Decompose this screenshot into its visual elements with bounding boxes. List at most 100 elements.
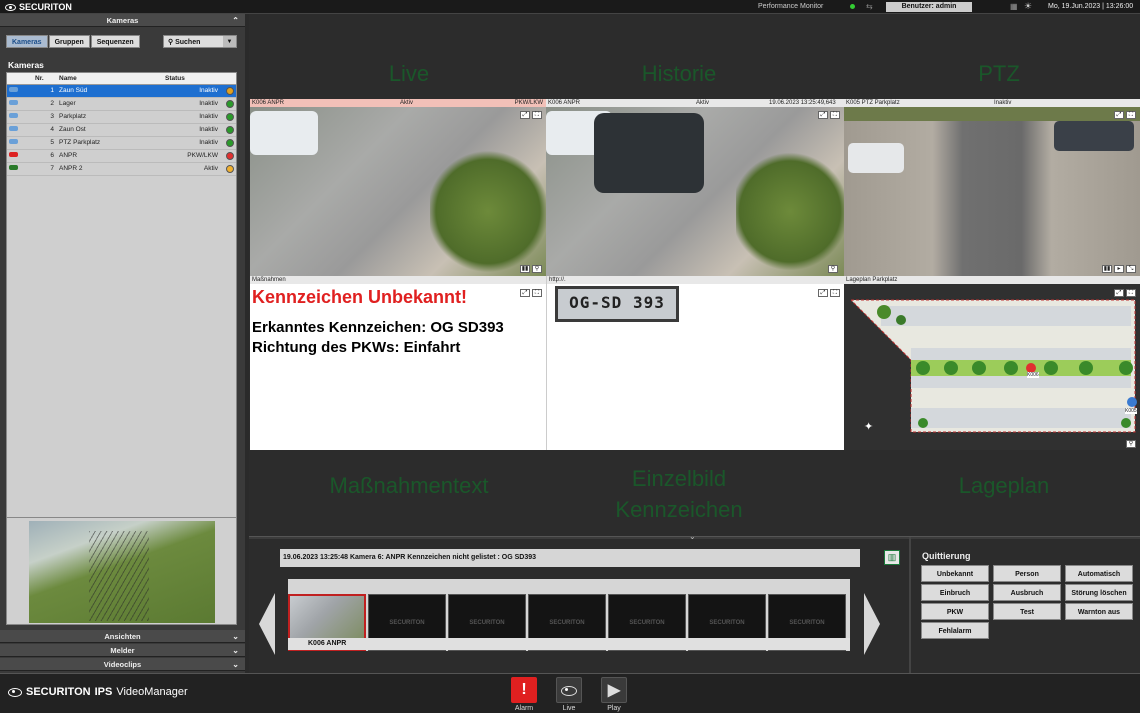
ptz-camera-icon	[9, 139, 18, 144]
zoom-icon[interactable]: ⚲	[828, 265, 838, 273]
car-image	[250, 111, 318, 155]
brightness-icon[interactable]: ☀	[1024, 1, 1032, 12]
map-marker-k005[interactable]: K005	[1125, 408, 1137, 414]
section-title: Kameras	[8, 60, 44, 70]
alarm-button[interactable]: !	[511, 677, 537, 703]
video-tile-live[interactable]: K006 ANPR Aktiv PKW/LKW ⤢ ⛶ ▮▮ ⚲	[250, 99, 546, 276]
top-bar: SECURITON Performance Monitor ⇆ Benutzer…	[0, 0, 1140, 14]
automatisch-button[interactable]: Automatisch	[1065, 565, 1133, 582]
col-status[interactable]: Status	[163, 73, 224, 85]
video-tile-historie[interactable]: K006 ANPR Aktiv 19.06.2023 13:25:49,643 ⤢ …	[546, 99, 844, 276]
fullscreen-icon[interactable]: ⛶	[532, 111, 542, 119]
camera-row[interactable]: 4 Zaun Ost Inaktiv	[7, 123, 236, 137]
status-dot-icon	[226, 112, 234, 121]
next-arrow-icon[interactable]	[864, 593, 880, 655]
camera-row[interactable]: 2 Lager Inaktiv	[7, 97, 236, 111]
camera-row[interactable]: 3 Parkplatz Inaktiv	[7, 110, 236, 124]
expand-icon[interactable]: ⤢	[520, 111, 530, 119]
expand-icon[interactable]: ⤢	[1114, 289, 1124, 297]
zoom-icon[interactable]: ⚲	[1126, 440, 1136, 448]
camera-name: ANPR	[57, 149, 163, 163]
cameras-panel-header[interactable]: Kameras ⌃	[0, 14, 245, 27]
live-button[interactable]	[556, 677, 582, 703]
camera-preview[interactable]	[6, 517, 237, 625]
switch-arrow-icon[interactable]: ⇆	[866, 2, 878, 12]
prev-arrow-icon[interactable]	[259, 593, 275, 655]
grid-layout-icon[interactable]: ▥	[884, 550, 900, 565]
warnton-aus-button[interactable]: Warnton aus	[1065, 603, 1133, 620]
measures-header: Maßnahmen	[250, 276, 546, 284]
license-plate-image: OG-SD 393	[555, 286, 679, 322]
measures-headline: Kennzeichen Unbekannt!	[252, 287, 468, 307]
col-nr[interactable]: Nr.	[33, 73, 57, 85]
map-panel[interactable]: Lageplan Parkplatz K006 K005 ✦ ⤢ ⛶ ⚲	[844, 276, 1140, 450]
camera-row[interactable]: 5 PTZ Parkplatz Inaktiv	[7, 136, 236, 150]
videoclips-panel-header[interactable]: Videoclips ⌄	[0, 658, 245, 671]
zoom-icon[interactable]: ⚲	[532, 265, 542, 273]
camera-row[interactable]: 7 ANPR 2 Aktiv	[7, 162, 236, 176]
tab-gruppen[interactable]: Gruppen	[48, 35, 90, 48]
person-button[interactable]: Person	[993, 565, 1061, 582]
fullscreen-icon[interactable]: ⛶	[1126, 289, 1136, 297]
fullscreen-icon[interactable]: ⛶	[532, 289, 542, 297]
col-name[interactable]: Name	[57, 73, 163, 85]
ptz-zoom-icon[interactable]: ⤡	[1126, 265, 1136, 273]
keyboard-icon[interactable]: ▦	[1010, 2, 1018, 11]
status-dot-icon	[226, 99, 234, 108]
test-button[interactable]: Test	[993, 603, 1061, 620]
camera-status: PKW/LKW	[163, 149, 224, 163]
pause-icon[interactable]: ▮▮	[1102, 265, 1112, 273]
performance-monitor-link[interactable]: Performance Monitor	[758, 3, 823, 10]
camera-status: Inaktiv	[163, 110, 224, 124]
status-dot-icon	[226, 125, 234, 134]
ausbruch-button[interactable]: Ausbruch	[993, 584, 1061, 601]
expand-icon[interactable]: ⤢	[818, 111, 828, 119]
anpr-camera-icon	[9, 165, 18, 170]
bottom-bar: SECURITON IPS VideoManager ! Alarm Live …	[0, 673, 1140, 713]
video-tile-ptz[interactable]: K005 PTZ Parkplatz Inaktiv ⤢ ⛶ ▮▮ ▸ ⤡	[844, 99, 1140, 276]
pause-icon[interactable]: ▮▮	[520, 265, 530, 273]
expand-icon[interactable]: ⌄	[232, 630, 239, 643]
status-led-icon	[850, 4, 855, 9]
camera-name: Zaun Süd	[57, 84, 163, 98]
expand-icon[interactable]: ⤢	[1114, 111, 1124, 119]
fullscreen-icon[interactable]: ⛶	[1126, 111, 1136, 119]
fullscreen-icon[interactable]: ⛶	[830, 111, 840, 119]
zone-label-live: Live	[388, 61, 430, 86]
camera-row[interactable]: 1 Zaun Süd Inaktiv	[7, 84, 236, 98]
tab-sequenzen[interactable]: Sequenzen	[90, 35, 140, 48]
pkw-button[interactable]: PKW	[921, 603, 989, 620]
expand-icon[interactable]: ⌄	[232, 658, 239, 671]
measures-line-2: Richtung des PKWs: Einfahrt	[252, 339, 461, 356]
melder-panel-header[interactable]: Melder ⌄	[0, 644, 245, 657]
camera-tabs: Kameras Gruppen Sequenzen	[6, 35, 140, 48]
einbruch-button[interactable]: Einbruch	[921, 584, 989, 601]
tab-kameras[interactable]: Kameras	[6, 35, 48, 48]
expand-icon[interactable]: ⌄	[232, 644, 239, 657]
ptz-arrow-icon[interactable]: ▸	[1114, 265, 1124, 273]
quittierung-title: Quittierung	[922, 551, 971, 561]
collapse-icon[interactable]: ⌃	[232, 14, 239, 27]
expand-icon[interactable]: ⤢	[818, 289, 828, 297]
user-badge[interactable]: Benutzer: admin	[886, 2, 972, 12]
ansichten-panel-header[interactable]: Ansichten ⌄	[0, 630, 245, 643]
unbekannt-button[interactable]: Unbekannt	[921, 565, 989, 582]
camera-status: Inaktiv	[163, 136, 224, 150]
camera-nr: 1	[33, 84, 57, 98]
camera-nr: 6	[33, 149, 57, 163]
thumbnail-caption: K006 ANPR	[288, 638, 850, 650]
camera-nr: 3	[33, 110, 57, 124]
search-dropdown[interactable]: ⚲ Suchen ▼	[163, 35, 237, 48]
splitter-handle-icon[interactable]: ⌄	[689, 532, 696, 541]
camera-row[interactable]: 6 ANPR PKW/LKW	[7, 149, 236, 163]
play-button[interactable]: ▶	[601, 677, 627, 703]
expand-icon[interactable]: ⤢	[520, 289, 530, 297]
historie-video-frame	[546, 107, 844, 276]
fullscreen-icon[interactable]: ⛶	[830, 289, 840, 297]
zone-label-kennzeichen: Kennzeichen	[615, 497, 743, 522]
stoerung-loeschen-button[interactable]: Störung löschen	[1065, 584, 1133, 601]
live-label: Live	[562, 705, 576, 712]
camera-status: Aktiv	[163, 162, 224, 176]
map-marker-k006[interactable]: K006	[1027, 372, 1039, 378]
fehlalarm-button[interactable]: Fehlalarm	[921, 622, 989, 639]
